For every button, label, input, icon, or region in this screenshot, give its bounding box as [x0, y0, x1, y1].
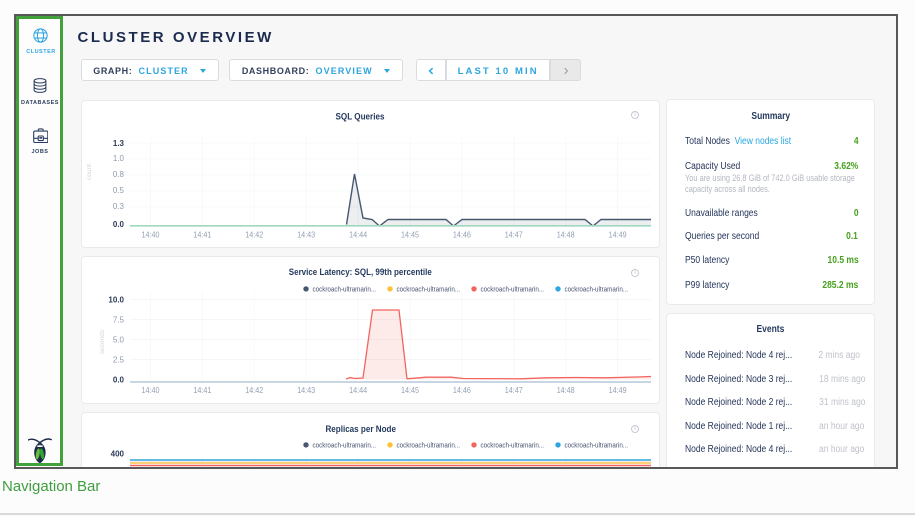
- svg-text:0.8: 0.8: [113, 169, 125, 178]
- svg-text:10.0: 10.0: [108, 295, 124, 304]
- svg-text:14:40: 14:40: [142, 385, 160, 394]
- svg-text:7.5: 7.5: [113, 315, 125, 324]
- svg-text:Replicas per Node: Replicas per Node: [325, 424, 396, 435]
- svg-text:14:45: 14:45: [401, 230, 419, 239]
- svg-text:cockroach-ultramarin...: cockroach-ultramarin...: [313, 440, 377, 449]
- svg-text:14:42: 14:42: [245, 385, 263, 394]
- svg-text:14:45: 14:45: [401, 385, 419, 394]
- svg-text:cockroach-ultramarin...: cockroach-ultramarin...: [565, 440, 629, 449]
- svg-text:14:48: 14:48: [557, 230, 575, 239]
- svg-text:cockroach-ultramarin...: cockroach-ultramarin...: [481, 284, 545, 293]
- svg-text:400: 400: [111, 449, 125, 458]
- svg-text:14:49: 14:49: [609, 230, 627, 239]
- svg-text:0.3: 0.3: [113, 201, 125, 210]
- svg-text:14:47: 14:47: [505, 230, 523, 239]
- svg-text:SQL Queries: SQL Queries: [336, 111, 385, 122]
- svg-text:seconds: seconds: [99, 329, 106, 354]
- svg-text:1.3: 1.3: [113, 138, 125, 147]
- svg-text:14:42: 14:42: [245, 230, 263, 239]
- svg-text:cockroach-ultramarin...: cockroach-ultramarin...: [397, 284, 461, 293]
- svg-text:14:49: 14:49: [609, 385, 627, 394]
- svg-text:2.5: 2.5: [113, 355, 125, 364]
- svg-text:14:48: 14:48: [557, 385, 575, 394]
- svg-text:Service Latency: SQL, 99th per: Service Latency: SQL, 99th percentile: [289, 267, 432, 278]
- svg-text:5.0: 5.0: [113, 335, 125, 344]
- svg-text:14:40: 14:40: [142, 230, 160, 239]
- svg-text:0.0: 0.0: [113, 375, 125, 384]
- svg-text:cockroach-ultramarin...: cockroach-ultramarin...: [481, 440, 545, 449]
- svg-text:14:41: 14:41: [193, 385, 211, 394]
- svg-text:14:43: 14:43: [297, 230, 315, 239]
- svg-text:14:43: 14:43: [297, 385, 315, 394]
- svg-text:14:46: 14:46: [453, 385, 471, 394]
- svg-text:cockroach-ultramarin...: cockroach-ultramarin...: [313, 284, 377, 293]
- svg-text:count: count: [86, 163, 93, 179]
- svg-text:14:47: 14:47: [505, 385, 523, 394]
- svg-text:cockroach-ultramarin...: cockroach-ultramarin...: [565, 284, 629, 293]
- svg-text:0.0: 0.0: [113, 219, 125, 228]
- svg-text:14:44: 14:44: [349, 230, 367, 239]
- svg-text:0.5: 0.5: [113, 185, 125, 194]
- svg-text:14:44: 14:44: [349, 385, 367, 394]
- svg-text:14:41: 14:41: [193, 230, 211, 239]
- svg-text:cockroach-ultramarin...: cockroach-ultramarin...: [397, 440, 461, 449]
- svg-text:1.0: 1.0: [113, 154, 125, 163]
- svg-text:14:46: 14:46: [453, 230, 471, 239]
